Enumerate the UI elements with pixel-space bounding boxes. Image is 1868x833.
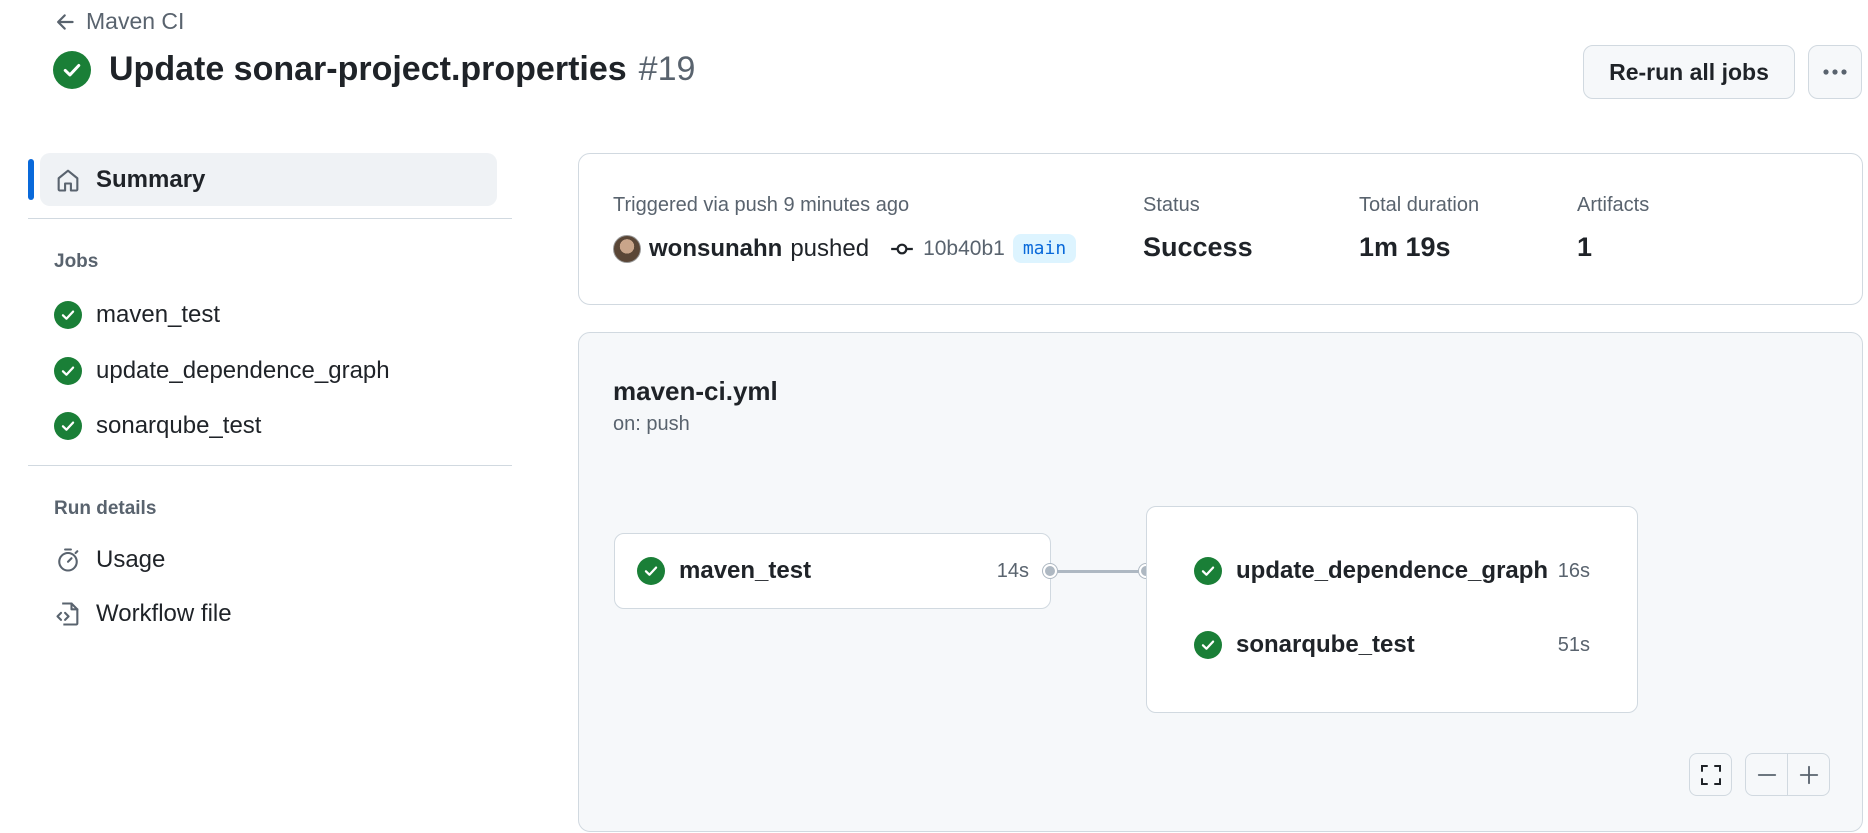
sidebar-item-label: Usage: [96, 546, 166, 573]
graph-job-update-dependence-graph[interactable]: update_dependence_graph 16s: [1194, 557, 1590, 585]
actor-link[interactable]: wonsunahn: [649, 235, 782, 263]
minus-icon: [1757, 773, 1776, 776]
git-commit-icon: [891, 243, 913, 254]
fullscreen-icon: [1700, 764, 1721, 785]
sidebar-job-maven-test[interactable]: maven_test: [54, 301, 220, 329]
sidebar-item-usage[interactable]: Usage: [54, 546, 165, 574]
page-title-row: Update sonar-project.properties #19: [53, 50, 695, 89]
commit-sha: 10b40b1: [923, 236, 1005, 260]
success-check-icon: [1194, 557, 1222, 585]
avatar[interactable]: [613, 234, 641, 263]
sidebar-item-label: Summary: [96, 165, 206, 193]
graph-job-maven-test[interactable]: maven_test 14s: [637, 557, 1029, 585]
job-name: maven_test: [679, 557, 812, 584]
sidebar-job-label: sonarqube_test: [96, 412, 262, 439]
branch-badge[interactable]: main: [1012, 234, 1077, 263]
workflow-trigger: on: push: [613, 413, 690, 435]
stopwatch-icon: [58, 548, 79, 572]
run-number: #19: [638, 50, 696, 88]
file-code-icon: [56, 602, 79, 626]
rerun-all-jobs-button[interactable]: Re-run all jobs: [1583, 45, 1795, 99]
action-text: pushed: [790, 234, 870, 262]
jobs-heading: Jobs: [54, 251, 99, 272]
kebab-horizontal-icon: [1823, 69, 1847, 75]
zoom-in-button[interactable]: [1787, 753, 1830, 796]
back-link-label: Maven CI: [86, 8, 185, 34]
artifacts-label: Artifacts: [1577, 194, 1650, 216]
job-name: sonarqube_test: [1236, 631, 1415, 658]
sidebar-item-label: Workflow file: [96, 600, 232, 627]
success-check-icon: [53, 50, 91, 89]
zoom-out-button[interactable]: [1745, 753, 1788, 796]
sidebar-item-summary[interactable]: Summary: [40, 153, 497, 206]
workflow-graph: maven-ci.yml on: push maven_test 14s upd…: [578, 332, 1863, 832]
success-check-icon: [637, 557, 665, 585]
more-options-button[interactable]: [1808, 45, 1862, 99]
artifacts-value[interactable]: 1: [1577, 232, 1592, 263]
fullscreen-button[interactable]: [1689, 753, 1732, 796]
sidebar-divider: [28, 465, 512, 466]
success-check-icon: [54, 357, 82, 385]
run-summary-card: Triggered via push 9 minutes ago wonsuna…: [578, 153, 1863, 305]
graph-connector: [1057, 570, 1139, 573]
graph-job-sonarqube-test[interactable]: sonarqube_test 51s: [1194, 631, 1590, 659]
trigger-text: Triggered via push 9 minutes ago: [613, 194, 910, 216]
sidebar-job-label: update_dependence_graph: [96, 357, 390, 384]
success-check-icon: [1194, 631, 1222, 659]
commit-link[interactable]: 10b40b1: [889, 236, 1005, 262]
home-icon: [57, 169, 79, 192]
job-duration: 51s: [1557, 633, 1590, 656]
job-name: update_dependence_graph: [1236, 557, 1549, 584]
graph-node-out: [1043, 564, 1057, 578]
active-indicator: [28, 159, 34, 200]
duration-label: Total duration: [1359, 194, 1480, 216]
sidebar-job-sonarqube-test[interactable]: sonarqube_test: [54, 412, 261, 440]
trigger-details: wonsunahn pushed 10b40b1 main: [613, 234, 1077, 263]
job-group-box: [1146, 506, 1638, 713]
duration-value: 1m 19s: [1359, 232, 1451, 262]
run-details-heading: Run details: [54, 498, 157, 519]
job-duration: 16s: [1557, 559, 1590, 582]
plus-icon: [1799, 765, 1818, 784]
sidebar-job-update-dependence-graph[interactable]: update_dependence_graph: [54, 357, 390, 385]
success-check-icon: [54, 412, 82, 440]
page-title: Update sonar-project.properties: [109, 50, 627, 88]
arrow-left-icon: [57, 13, 74, 30]
sidebar-divider: [28, 218, 512, 219]
back-link[interactable]: Maven CI: [54, 8, 184, 35]
job-duration: 14s: [996, 559, 1029, 582]
sidebar-job-label: maven_test: [96, 301, 221, 328]
sidebar-item-workflow-file[interactable]: Workflow file: [54, 600, 232, 628]
status-label: Status: [1143, 194, 1200, 216]
success-check-icon: [54, 301, 82, 329]
status-value: Success: [1143, 232, 1253, 262]
workflow-file-name[interactable]: maven-ci.yml: [613, 376, 778, 407]
